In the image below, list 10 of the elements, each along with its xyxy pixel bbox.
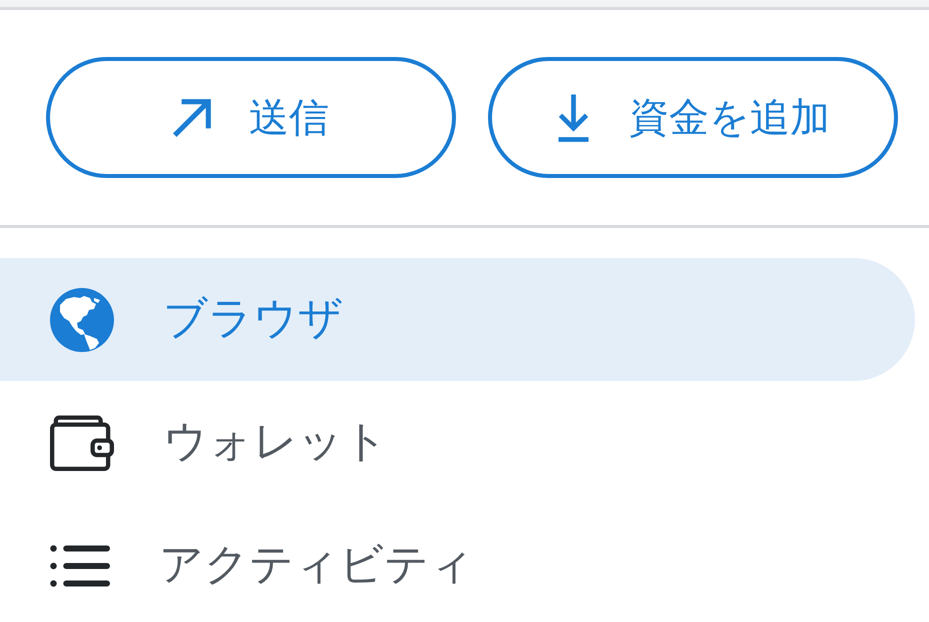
globe-icon — [50, 288, 114, 352]
menu-item[interactable]: ウォレット — [0, 381, 915, 504]
wallet-icon — [50, 414, 114, 470]
send-button[interactable]: 送信 — [46, 57, 456, 178]
download-icon — [556, 92, 591, 142]
arrow-up-right-icon — [173, 98, 211, 136]
menu-item[interactable]: ブラウザ — [0, 258, 915, 381]
list-icon — [50, 542, 110, 588]
add-funds-button[interactable]: 資金を追加 — [488, 57, 898, 178]
menu-item[interactable]: アクティビティ — [0, 504, 915, 622]
